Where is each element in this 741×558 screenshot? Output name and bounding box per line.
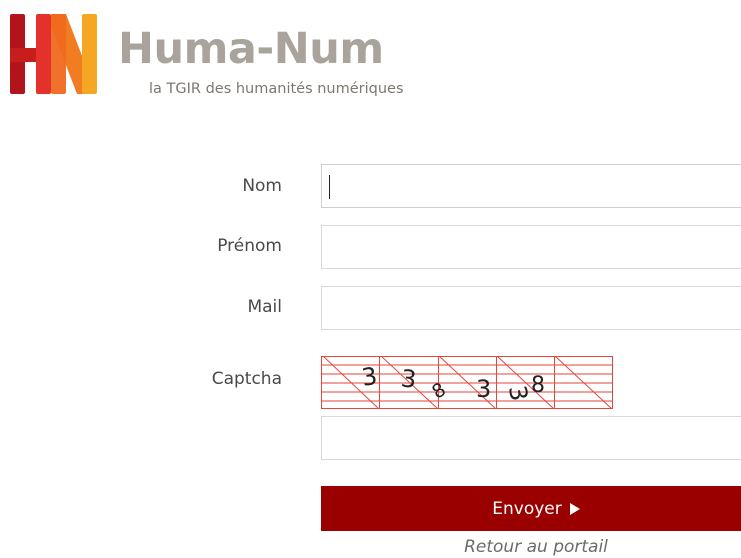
envoyer-button-label: Envoyer [492, 498, 562, 519]
captcha-char: 3 [400, 364, 418, 393]
mail-label: Mail [247, 297, 282, 317]
mail-input[interactable] [321, 286, 741, 330]
text-caret [329, 175, 330, 199]
page: Huma-Num la TGIR des humanités numérique… [0, 0, 741, 558]
nom-input[interactable] [321, 164, 741, 208]
captcha-char: 8 [531, 373, 545, 398]
captcha-char: 3 [476, 375, 491, 403]
logo-tagline: la TGIR des humanités numériques [149, 81, 404, 97]
captcha-char: 3 [503, 383, 533, 403]
prenom-input[interactable] [321, 225, 741, 269]
logo-wordmark: Huma-Num [118, 24, 384, 74]
retour-au-portail-link[interactable]: Retour au portail [321, 536, 741, 558]
envoyer-button-content: Envoyer [321, 486, 741, 531]
nom-label: Nom [242, 176, 282, 196]
captcha-input[interactable] [321, 416, 741, 460]
prenom-label: Prénom [217, 236, 282, 256]
captcha-label: Captcha [211, 369, 282, 389]
hn-logo-mark-icon [10, 14, 97, 94]
envoyer-button[interactable]: Envoyer [321, 486, 741, 531]
captcha-image: 3 3 8 3 3 8 [321, 356, 613, 409]
huma-num-logo[interactable]: Huma-Num la TGIR des humanités numérique… [10, 12, 470, 104]
captcha-char: 3 [360, 362, 379, 392]
captcha-char: 8 [428, 378, 449, 403]
play-icon [569, 503, 580, 515]
